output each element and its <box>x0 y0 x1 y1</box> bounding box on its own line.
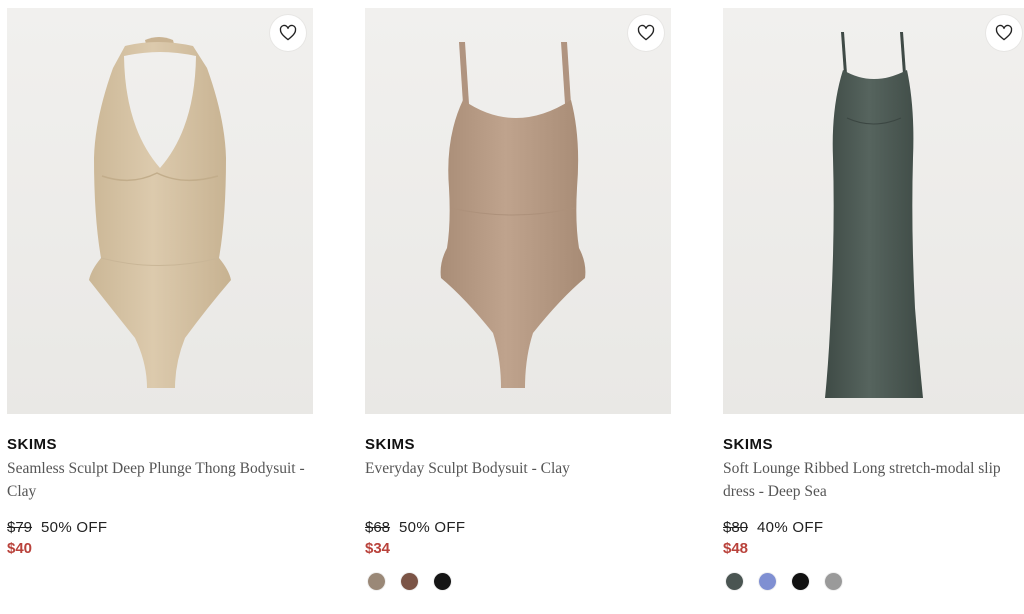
product-image[interactable] <box>7 8 313 414</box>
product-card[interactable]: SKIMS Soft Lounge Ribbed Long stretch-mo… <box>723 8 1024 590</box>
sale-price: $48 <box>723 540 749 557</box>
wishlist-button[interactable] <box>628 15 664 51</box>
color-swatch[interactable] <box>368 573 385 590</box>
original-price: $79 <box>7 519 33 536</box>
color-swatch[interactable] <box>759 573 776 590</box>
product-name[interactable]: Soft Lounge Ribbed Long stretch-modal sl… <box>723 457 1024 503</box>
original-price: $68 <box>365 519 391 536</box>
plunge-bodysuit-image <box>89 37 231 388</box>
sale-price: $40 <box>7 540 33 557</box>
price-row: $80 40% OFF <box>723 519 823 536</box>
color-swatch[interactable] <box>434 573 451 590</box>
sale-price: $34 <box>365 540 391 557</box>
color-swatches <box>726 573 842 590</box>
product-card[interactable]: SKIMS Seamless Sculpt Deep Plunge Thong … <box>7 8 313 557</box>
price-row: $68 50% OFF <box>365 519 465 536</box>
scoop-bodysuit-image <box>440 42 586 388</box>
heart-outline-icon <box>637 24 655 41</box>
price-row: $79 50% OFF <box>7 519 107 536</box>
discount-label: 50% OFF <box>41 519 108 536</box>
slip-dress-image <box>825 32 923 398</box>
color-swatches <box>368 573 451 590</box>
product-name[interactable]: Everyday Sculpt Bodysuit - Clay <box>365 457 671 480</box>
color-swatch[interactable] <box>401 573 418 590</box>
color-swatch[interactable] <box>792 573 809 590</box>
color-swatch[interactable] <box>825 573 842 590</box>
wishlist-button[interactable] <box>270 15 306 51</box>
product-brand[interactable]: SKIMS <box>723 436 773 453</box>
product-brand[interactable]: SKIMS <box>365 436 415 453</box>
discount-label: 50% OFF <box>399 519 466 536</box>
product-brand[interactable]: SKIMS <box>7 436 57 453</box>
wishlist-button[interactable] <box>986 15 1022 51</box>
product-image[interactable] <box>723 8 1024 414</box>
product-name[interactable]: Seamless Sculpt Deep Plunge Thong Bodysu… <box>7 457 313 503</box>
discount-label: 40% OFF <box>757 519 824 536</box>
product-card[interactable]: SKIMS Everyday Sculpt Bodysuit - Clay $6… <box>365 8 671 590</box>
heart-outline-icon <box>279 24 297 41</box>
product-image[interactable] <box>365 8 671 414</box>
color-swatch[interactable] <box>726 573 743 590</box>
original-price: $80 <box>723 519 749 536</box>
heart-outline-icon <box>995 24 1013 41</box>
